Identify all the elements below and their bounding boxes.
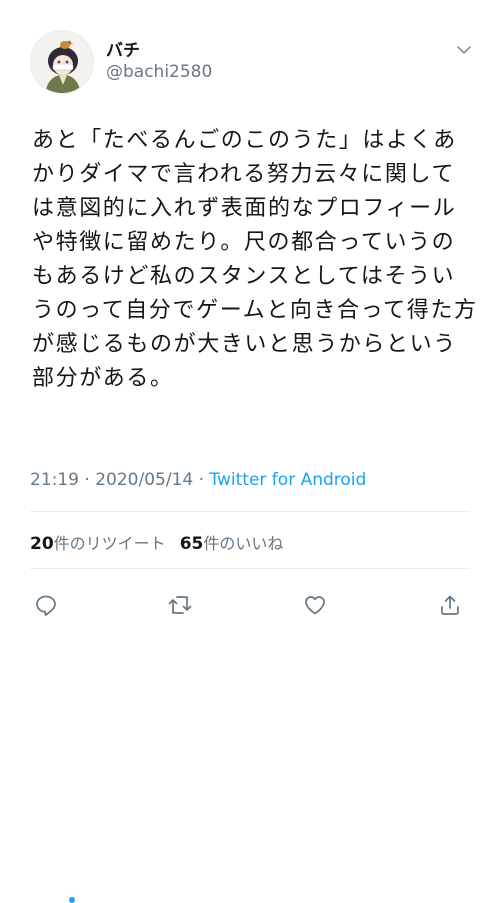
display-name[interactable]: バチ: [106, 36, 140, 61]
share-icon[interactable]: [433, 588, 467, 622]
tweet-actions: [0, 588, 499, 622]
divider: [30, 568, 470, 569]
chevron-down-icon[interactable]: [452, 38, 476, 62]
tweet-meta: 21:19 · 2020/05/14 · Twitter for Android: [30, 470, 366, 490]
likes-stat[interactable]: 65件のいいね: [179, 534, 284, 554]
likes-label: 件のいいね: [203, 534, 284, 553]
meta-separator: ·: [193, 470, 210, 490]
user-handle[interactable]: @bachi2580: [106, 62, 212, 82]
divider: [30, 511, 470, 512]
reply-icon[interactable]: [29, 588, 63, 622]
tweet-source[interactable]: Twitter for Android: [209, 470, 366, 490]
tweet-text: あと「たべるんごのこのうた」はよくあかりダイマで言われる努力云々に関しては意図的…: [32, 128, 478, 391]
avatar[interactable]: [30, 30, 94, 94]
tweet-time[interactable]: 21:19: [30, 470, 79, 490]
likes-count: 65: [179, 534, 204, 554]
retweets-stat[interactable]: 20件のリツイート: [30, 534, 166, 554]
avatar-image: [31, 31, 93, 93]
heart-icon[interactable]: [298, 588, 332, 622]
tweet-header: バチ @bachi2580: [0, 0, 499, 110]
scroll-indicator-dot: [69, 897, 75, 903]
meta-separator: ·: [79, 470, 96, 490]
retweets-count: 20: [30, 534, 54, 554]
retweet-icon[interactable]: [163, 588, 197, 622]
tweet-date[interactable]: 2020/05/14: [95, 470, 193, 490]
tweet-stats: 20件のリツイート 65件のいいね: [30, 530, 283, 554]
retweets-label: 件のリツイート: [53, 534, 166, 553]
